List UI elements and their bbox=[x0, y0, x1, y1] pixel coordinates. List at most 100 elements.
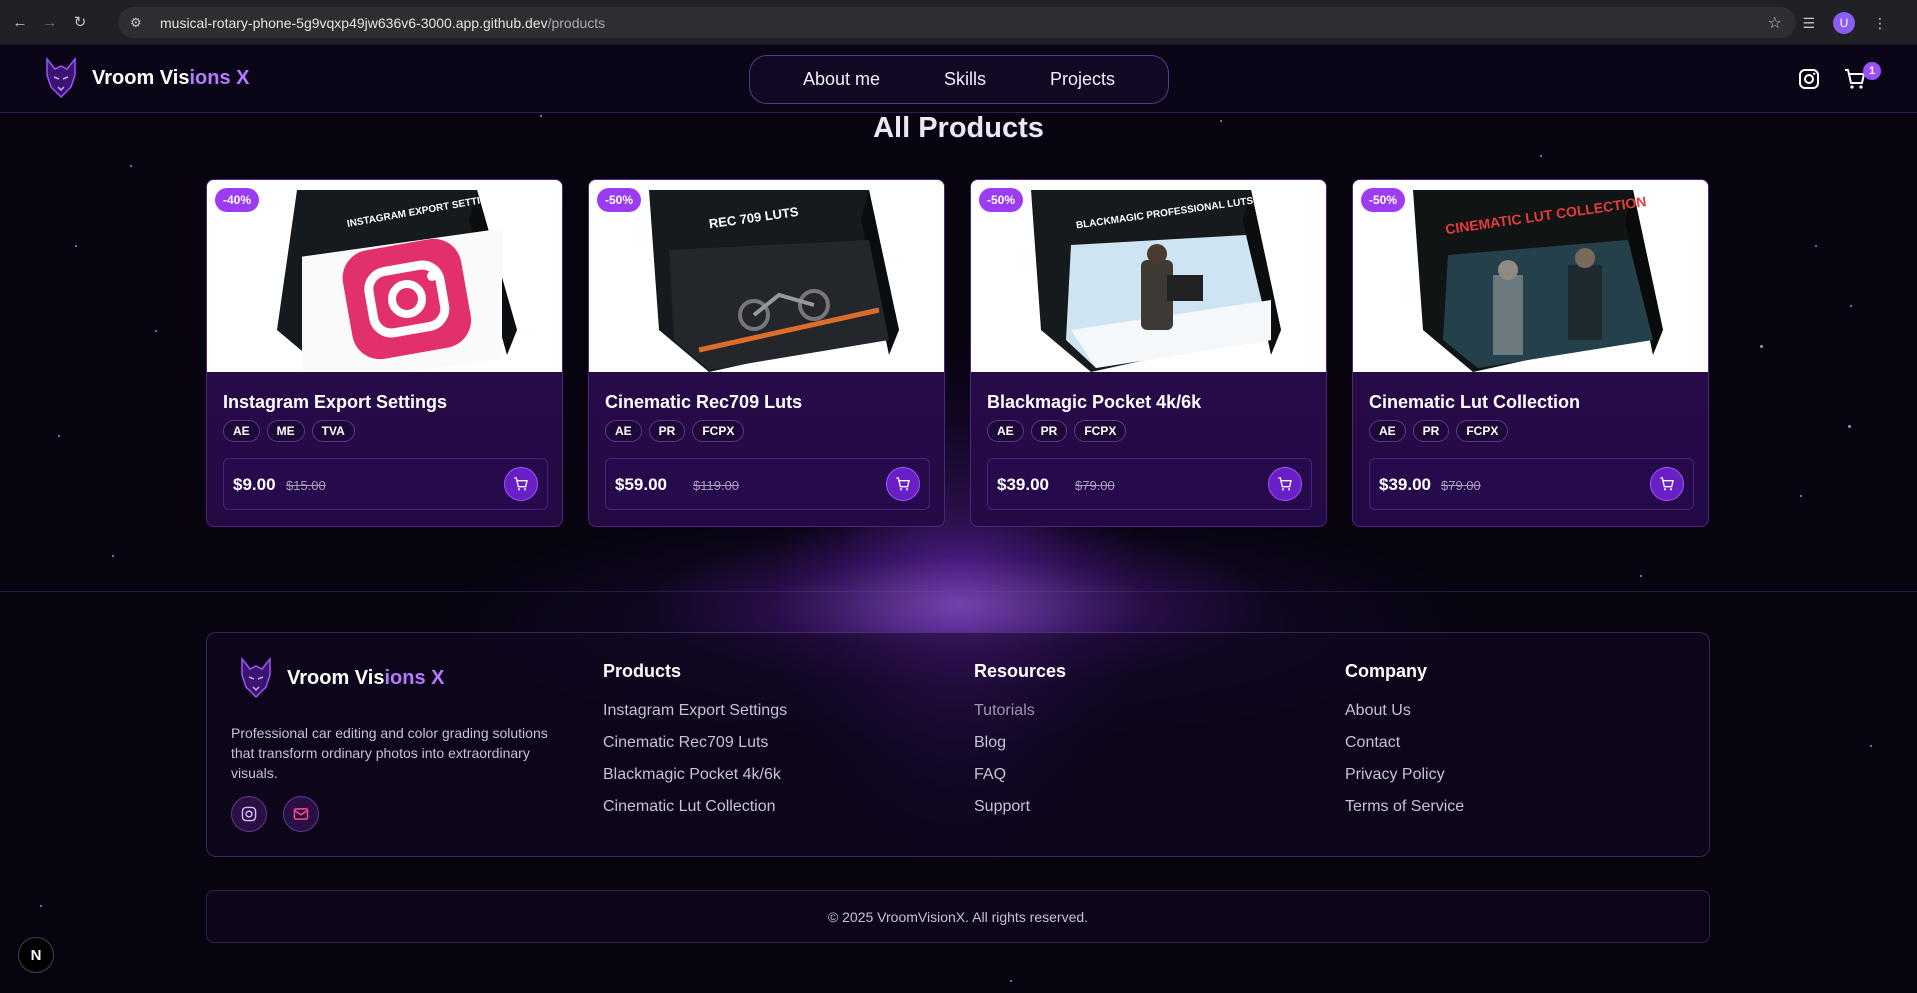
price-box: $39.00 $79.00 bbox=[1369, 458, 1694, 510]
star bbox=[1870, 745, 1872, 747]
price: $39.00 bbox=[1379, 475, 1431, 494]
product-image[interactable]: INSTAGRAM EXPORT SETTINGS -40% bbox=[207, 180, 562, 372]
tag: AE bbox=[987, 420, 1024, 442]
tag: FCPX bbox=[692, 420, 745, 442]
footer-link[interactable]: FAQ bbox=[974, 766, 1066, 798]
product-name[interactable]: Blackmagic Pocket 4k/6k bbox=[987, 392, 1201, 413]
star bbox=[1010, 980, 1012, 982]
instagram-icon[interactable] bbox=[1797, 67, 1821, 91]
address-bar[interactable]: ⚙ musical-rotary-phone-5g9vqxp49jw636v6-… bbox=[118, 7, 1796, 38]
star bbox=[155, 330, 157, 332]
discount-badge: -50% bbox=[979, 188, 1024, 212]
site-logo[interactable]: Vroom Visions X bbox=[42, 57, 249, 99]
software-tags: AE PR FCPX bbox=[605, 420, 745, 442]
page-title: All Products bbox=[873, 112, 1044, 144]
footer-link[interactable]: Support bbox=[974, 798, 1066, 830]
cart-icon bbox=[896, 477, 910, 491]
footer-link[interactable]: Blackmagic Pocket 4k/6k bbox=[603, 766, 787, 798]
footer-divider bbox=[0, 591, 1917, 592]
star bbox=[75, 245, 77, 247]
add-to-cart-button[interactable] bbox=[886, 467, 920, 501]
price: $9.00 bbox=[233, 475, 276, 494]
software-tags: AE ME TVA bbox=[223, 420, 355, 442]
cart-icon bbox=[1278, 477, 1292, 491]
brand-name: Vroom Visions X bbox=[287, 666, 445, 689]
footer-link[interactable]: Blog bbox=[974, 734, 1066, 766]
bookmark-star-icon[interactable]: ☆ bbox=[1768, 13, 1782, 33]
instagram-icon[interactable] bbox=[231, 796, 267, 832]
site-settings-icon[interactable]: ⚙ bbox=[130, 15, 146, 31]
tag: PR bbox=[1030, 420, 1068, 442]
profile-avatar[interactable]: U bbox=[1833, 12, 1855, 34]
star bbox=[1848, 425, 1851, 428]
price: $59.00 bbox=[615, 475, 667, 494]
footer-link[interactable]: Cinematic Lut Collection bbox=[603, 798, 787, 830]
footer-link[interactable]: About Us bbox=[1345, 702, 1464, 734]
product-image[interactable]: CINEMATIC LUT COLLECTION -50% bbox=[1353, 180, 1708, 372]
wolf-logo-icon bbox=[42, 57, 80, 99]
footer-column-title: Products bbox=[603, 661, 682, 681]
star bbox=[112, 555, 114, 557]
tag: AE bbox=[605, 420, 642, 442]
nav-skills[interactable]: Skills bbox=[912, 69, 1018, 90]
footer-link[interactable]: Tutorials bbox=[974, 702, 1066, 734]
site-footer: Vroom Visions X Professional car editing… bbox=[206, 632, 1710, 857]
discount-badge: -40% bbox=[215, 188, 260, 212]
star bbox=[1815, 245, 1817, 247]
nav-about-me[interactable]: About me bbox=[771, 69, 912, 90]
product-name[interactable]: Instagram Export Settings bbox=[223, 392, 447, 413]
tag: TVA bbox=[311, 420, 355, 442]
footer-logo[interactable]: Vroom Visions X bbox=[237, 657, 444, 699]
old-price: $79.00 bbox=[1075, 478, 1115, 493]
footer-link[interactable]: Privacy Policy bbox=[1345, 766, 1464, 798]
product-image[interactable]: REC 709 LUTS -50% bbox=[589, 180, 944, 372]
back-icon[interactable]: ← bbox=[10, 12, 30, 32]
footer-products-column: Products Instagram Export Settings Cinem… bbox=[603, 661, 787, 830]
footer-link[interactable]: Contact bbox=[1345, 734, 1464, 766]
forward-icon[interactable]: → bbox=[40, 12, 60, 32]
product-name[interactable]: Cinematic Lut Collection bbox=[1369, 392, 1580, 413]
footer-link[interactable]: Cinematic Rec709 Luts bbox=[603, 734, 787, 766]
cart-icon bbox=[1660, 477, 1674, 491]
tag: PR bbox=[1412, 420, 1450, 442]
price: $39.00 bbox=[997, 475, 1049, 494]
tag: ME bbox=[266, 420, 305, 442]
product-card[interactable]: REC 709 LUTS -50% Cinematic Rec709 Luts … bbox=[588, 179, 945, 527]
mail-icon[interactable] bbox=[283, 796, 319, 832]
star bbox=[130, 165, 132, 167]
tag: FCPX bbox=[1074, 420, 1127, 442]
wolf-logo-icon bbox=[237, 657, 275, 699]
product-image[interactable]: BLACKMAGIC PROFESSIONAL LUTS -50% bbox=[971, 180, 1326, 372]
menu-icon[interactable]: ⋮ bbox=[1873, 15, 1887, 32]
add-to-cart-button[interactable] bbox=[1650, 467, 1684, 501]
tag: AE bbox=[1369, 420, 1406, 442]
old-price: $79.00 bbox=[1441, 478, 1481, 493]
footer-link[interactable]: Terms of Service bbox=[1345, 798, 1464, 830]
product-card[interactable]: INSTAGRAM EXPORT SETTINGS -40% Instagram… bbox=[206, 179, 563, 527]
reload-icon[interactable]: ↻ bbox=[70, 12, 90, 32]
old-price: $15.00 bbox=[286, 478, 326, 493]
copyright-text: © 2025 VroomVisionX. All rights reserved… bbox=[827, 908, 1089, 925]
footer-link[interactable]: Instagram Export Settings bbox=[603, 702, 787, 734]
footer-company-column: Company About Us Contact Privacy Policy … bbox=[1345, 661, 1464, 830]
old-price: $119.00 bbox=[693, 478, 740, 493]
price-box: $39.00 $79.00 bbox=[987, 458, 1312, 510]
footer-column-title: Company bbox=[1345, 661, 1428, 681]
tag: PR bbox=[648, 420, 686, 442]
footer-description: Professional car editing and color gradi… bbox=[231, 725, 548, 781]
add-to-cart-button[interactable] bbox=[504, 467, 538, 501]
software-tags: AE PR FCPX bbox=[987, 420, 1127, 442]
nav-projects[interactable]: Projects bbox=[1018, 69, 1147, 90]
product-card[interactable]: BLACKMAGIC PROFESSIONAL LUTS -50% Blackm… bbox=[970, 179, 1327, 527]
add-to-cart-button[interactable] bbox=[1268, 467, 1302, 501]
product-name[interactable]: Cinematic Rec709 Luts bbox=[605, 392, 802, 413]
discount-badge: -50% bbox=[597, 188, 642, 212]
nextjs-dev-badge[interactable]: N bbox=[18, 937, 54, 973]
media-controls-icon[interactable]: ☰ bbox=[1802, 15, 1815, 32]
url-text[interactable]: musical-rotary-phone-5g9vqxp49jw636v6-30… bbox=[160, 15, 605, 31]
star bbox=[40, 905, 42, 907]
star bbox=[1850, 305, 1852, 307]
discount-badge: -50% bbox=[1361, 188, 1406, 212]
product-card[interactable]: CINEMATIC LUT COLLECTION -50% Cinematic … bbox=[1352, 179, 1709, 527]
cart-count-badge: 1 bbox=[1863, 62, 1881, 80]
